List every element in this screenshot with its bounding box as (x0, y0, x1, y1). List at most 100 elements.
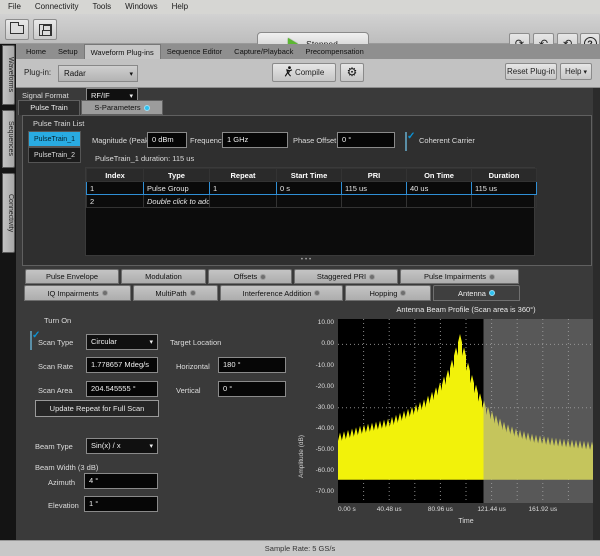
duration-text: PulseTrain_1 duration: 115 us (95, 154, 194, 163)
tab-home[interactable]: Home (20, 44, 52, 59)
beam-profile-plot (338, 319, 594, 503)
horizontal-input[interactable]: 180 ° (218, 357, 286, 373)
phase-offset-input[interactable]: 0 ° (337, 132, 395, 148)
tab-precompensation[interactable]: Precompensation (299, 44, 369, 59)
tab-setup[interactable]: Setup (52, 44, 84, 59)
plugin-help-button[interactable]: Help (560, 63, 592, 80)
cell[interactable]: 115 us (342, 182, 407, 195)
menu-tools[interactable]: Tools (86, 0, 117, 14)
tab-sequence-editor[interactable]: Sequence Editor (161, 44, 228, 59)
compile-button[interactable]: Compile (272, 63, 336, 82)
magnitude-input[interactable]: 0 dBm (147, 132, 187, 148)
application-window: FileConnectivityToolsWindowsHelp Stopped… (0, 0, 600, 556)
enabled-indicator-icon (369, 274, 375, 280)
col-header-start-time: Start Time (277, 169, 342, 182)
turn-on-checkbox[interactable] (30, 331, 32, 350)
enabled-indicator-icon (190, 290, 196, 296)
side-tab-sequences[interactable]: Sequences (2, 110, 15, 168)
cell[interactable] (210, 195, 277, 208)
plugin-select[interactable]: Radar (58, 65, 138, 82)
scan-rate-input[interactable]: 1.778657 Mdeg/s (86, 357, 158, 373)
sample-rate-text: Sample Rate: 5 GS/s (265, 544, 335, 553)
col-header-on-time: On Time (407, 169, 472, 182)
update-repeat-button[interactable]: Update Repeat for Full Scan (35, 400, 159, 417)
beam-profile-svg (338, 319, 594, 503)
chevron-down-icon (149, 439, 153, 454)
panel-splitter-handle[interactable]: ••• (285, 258, 329, 264)
table-row[interactable]: 2Double click to add (87, 195, 537, 208)
tab-capture-playback[interactable]: Capture/Playback (228, 44, 299, 59)
plugin-bar: Plug-in: Radar Compile Reset Plug-in Hel… (16, 59, 600, 88)
cell[interactable] (472, 195, 537, 208)
feature-tab-staggered-pri[interactable]: Staggered PRI (294, 269, 398, 284)
antenna-beam-profile-chart: Antenna Beam Profile (Scan area is 360°)… (298, 303, 596, 536)
cell[interactable] (342, 195, 407, 208)
cell[interactable]: 1 (87, 182, 144, 195)
side-tab-waveforms[interactable]: Waveforms (2, 45, 15, 105)
cell[interactable]: 0 s (277, 182, 342, 195)
x-tick-label: 121.44 us (468, 506, 516, 513)
cell[interactable]: Pulse Group (144, 182, 210, 195)
feature-tab-label: Offsets (234, 272, 258, 281)
feature-tab-label: Modulation (145, 272, 182, 281)
cell[interactable]: 40 us (407, 182, 472, 195)
feature-tab-antenna[interactable]: Antenna (433, 285, 520, 301)
beam-type-select[interactable]: Sin(x) / x (86, 438, 158, 454)
scan-area-input[interactable]: 204.545555 ° (86, 381, 158, 397)
coherent-carrier-checkbox[interactable] (405, 132, 407, 151)
pulse-train-item-pulsetrain-2[interactable]: PulseTrain_2 (28, 147, 81, 163)
tab-s-parameters[interactable]: S-Parameters (81, 100, 163, 115)
cell[interactable] (407, 195, 472, 208)
pulse-table-header-row: IndexTypeRepeatStart TimePRIOn TimeDurat… (87, 169, 537, 182)
feature-tab-modulation[interactable]: Modulation (121, 269, 206, 284)
scan-type-select[interactable]: Circular (86, 334, 158, 350)
open-file-button[interactable] (5, 19, 29, 40)
reset-plugin-button[interactable]: Reset Plug-in (505, 63, 557, 80)
cell[interactable] (277, 195, 342, 208)
table-row[interactable]: 1Pulse Group10 s115 us40 us115 us (87, 182, 537, 195)
enabled-indicator-icon (489, 274, 495, 280)
menu-windows[interactable]: Windows (119, 0, 163, 14)
coherent-carrier-label: Coherent Carrier (419, 136, 475, 145)
chevron-down-icon (149, 335, 153, 350)
feature-tab-multipath[interactable]: MultiPath (133, 285, 218, 301)
open-folder-icon (10, 25, 24, 34)
menu-file[interactable]: File (2, 0, 27, 14)
compile-settings-button[interactable] (340, 63, 364, 82)
feature-tab-pulse-impairments[interactable]: Pulse Impairments (400, 269, 519, 284)
chart-y-axis-label: Amplitude (dB) (298, 358, 305, 478)
cell[interactable]: Double click to add (144, 195, 210, 208)
save-button[interactable] (33, 19, 57, 40)
x-tick-label: 80.96 us (416, 506, 464, 513)
tab-pulse-train[interactable]: Pulse Train (18, 100, 80, 115)
scan-area-label: Scan Area (38, 386, 73, 395)
feature-tab-iq-impairments[interactable]: IQ Impairments (24, 285, 131, 301)
cell[interactable]: 115 us (472, 182, 537, 195)
tab-waveform-plug-ins[interactable]: Waveform Plug-ins (84, 44, 161, 59)
azimuth-input[interactable]: 4 ° (84, 473, 158, 489)
pulse-train-list-title: Pulse Train List (33, 119, 84, 128)
enabled-indicator-icon (144, 105, 150, 111)
menu-connectivity[interactable]: Connectivity (29, 0, 85, 14)
feature-tab-interference-addition[interactable]: Interference Addition (220, 285, 343, 301)
feature-tab-label: Pulse Impairments (424, 272, 486, 281)
azimuth-label: Azimuth (48, 478, 75, 487)
elevation-input[interactable]: 1 ° (84, 496, 158, 512)
frequency-label: Frequency (190, 136, 225, 145)
pulse-train-item-pulsetrain-1[interactable]: PulseTrain_1 (28, 131, 81, 147)
cell[interactable]: 2 (87, 195, 144, 208)
side-tab-connectivity[interactable]: Connectivity (2, 173, 15, 253)
feature-tab-label: IQ Impairments (47, 289, 98, 298)
vertical-input[interactable]: 0 ° (218, 381, 286, 397)
y-tick-label: -30.00 (304, 404, 334, 411)
menu-help[interactable]: Help (166, 0, 194, 14)
feature-tab-pulse-envelope[interactable]: Pulse Envelope (25, 269, 119, 284)
frequency-input[interactable]: 1 GHz (222, 132, 288, 148)
status-bar: Sample Rate: 5 GS/s (0, 540, 600, 556)
feature-tab-offsets[interactable]: Offsets (208, 269, 292, 284)
feature-tab-hopping[interactable]: Hopping (345, 285, 431, 301)
menu-bar: FileConnectivityToolsWindowsHelp (0, 0, 600, 14)
cell[interactable]: 1 (210, 182, 277, 195)
feature-tab-label: Hopping (370, 289, 398, 298)
col-header-index: Index (87, 169, 144, 182)
